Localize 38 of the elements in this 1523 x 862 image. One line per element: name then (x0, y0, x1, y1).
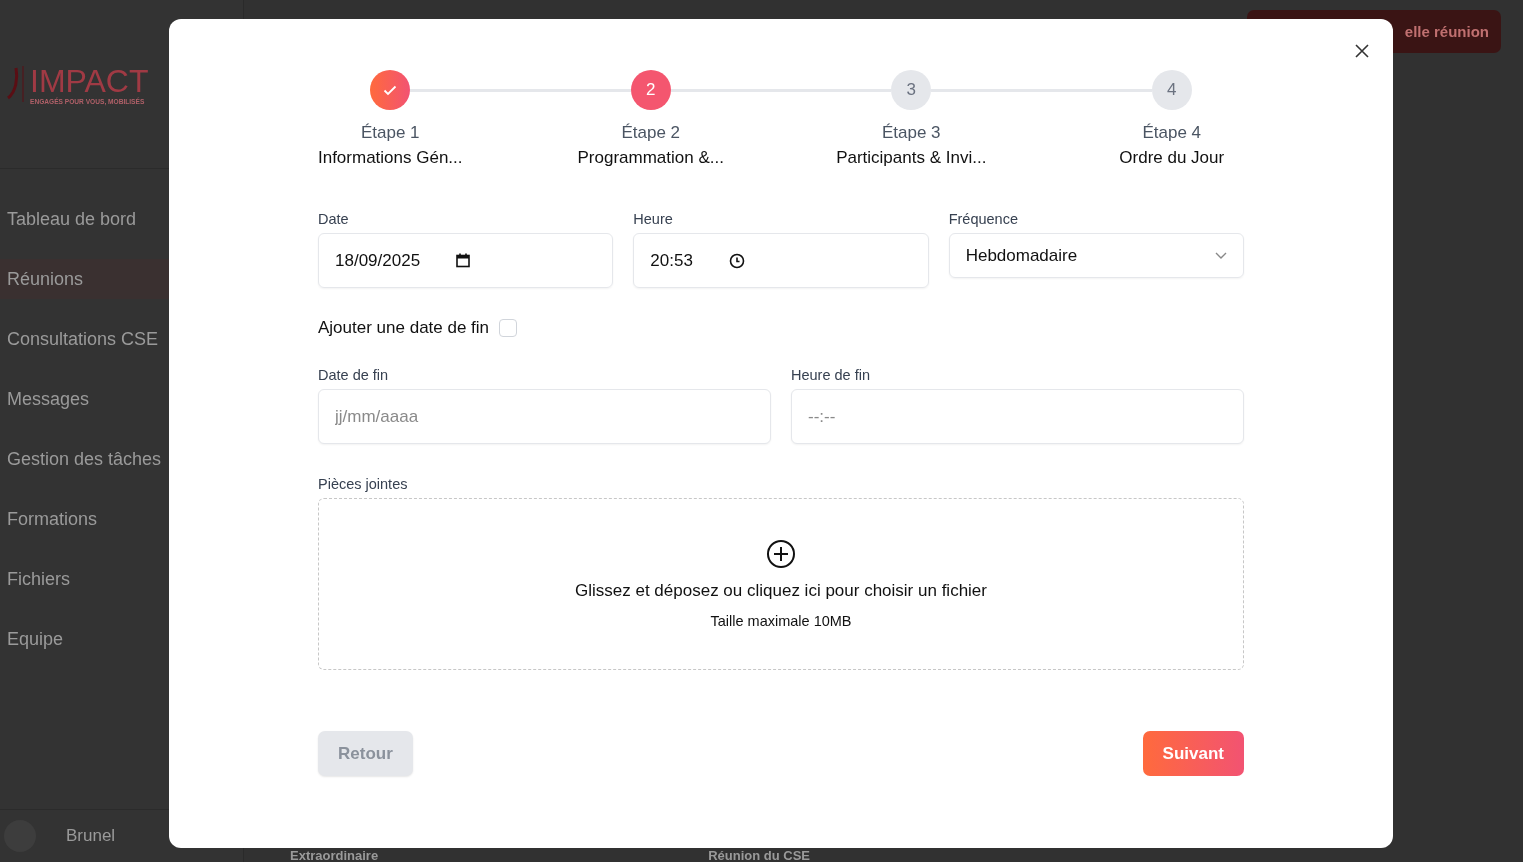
step-number: 2 (630, 70, 671, 110)
field-label: Heure de fin (791, 367, 871, 383)
user-name: Brunel (66, 826, 116, 846)
calendar-icon (456, 253, 471, 268)
field-label: Date de fin (318, 367, 390, 383)
clock-icon (728, 252, 745, 269)
step-title: Étape 3 (881, 123, 941, 143)
card-title: Réunion du CSE (708, 849, 810, 862)
field-label: Fréquence (948, 211, 1019, 227)
end-date-field[interactable]: jj/mm/aaaa (318, 389, 771, 444)
end-date-checkbox[interactable] (499, 319, 518, 337)
step-label: Participants & Invi... (836, 148, 987, 168)
plus-circle-icon (766, 539, 796, 569)
step-number: 4 (1151, 70, 1192, 110)
time-field[interactable]: 20:53 (633, 233, 929, 288)
field-label: Date (318, 211, 350, 227)
dropzone-prompt: Glissez et déposez ou cliquez ici pour choisir un fichier (575, 581, 987, 601)
end-time-field[interactable]: --:-- (791, 389, 1244, 444)
step-label: Ordre du Jour (1119, 148, 1225, 168)
logo-icon (4, 64, 26, 104)
field-label: Heure (633, 211, 674, 227)
step-title: Étape 2 (621, 123, 681, 143)
next-button[interactable]: Suivant (1142, 731, 1244, 776)
step-title: Étape 1 (360, 123, 420, 143)
checkbox-label: Ajouter une date de fin (318, 318, 490, 338)
step-title: Étape 4 (1142, 123, 1202, 143)
frequency-dropdown[interactable]: Hebdomadaire (948, 233, 1244, 278)
card-title: Extraordinaire (290, 849, 379, 862)
dropzone-hint: Taille maximale 10MB (710, 613, 852, 629)
date-field[interactable]: 18/09/2025 (318, 233, 614, 288)
field-label: Pièces jointes (318, 476, 409, 492)
close-button[interactable] (1353, 42, 1371, 60)
chevron-down-icon (1215, 252, 1227, 259)
step-label: Programmation &... (577, 148, 724, 168)
step-number: 3 (891, 70, 932, 110)
logo-text: IMPACT (30, 63, 149, 98)
step-label: Informations Gén... (317, 148, 463, 168)
file-dropzone[interactable]: Glissez et déposez ou cliquez ici pour choisir un fichier Taille maximale 10MB (318, 498, 1244, 670)
